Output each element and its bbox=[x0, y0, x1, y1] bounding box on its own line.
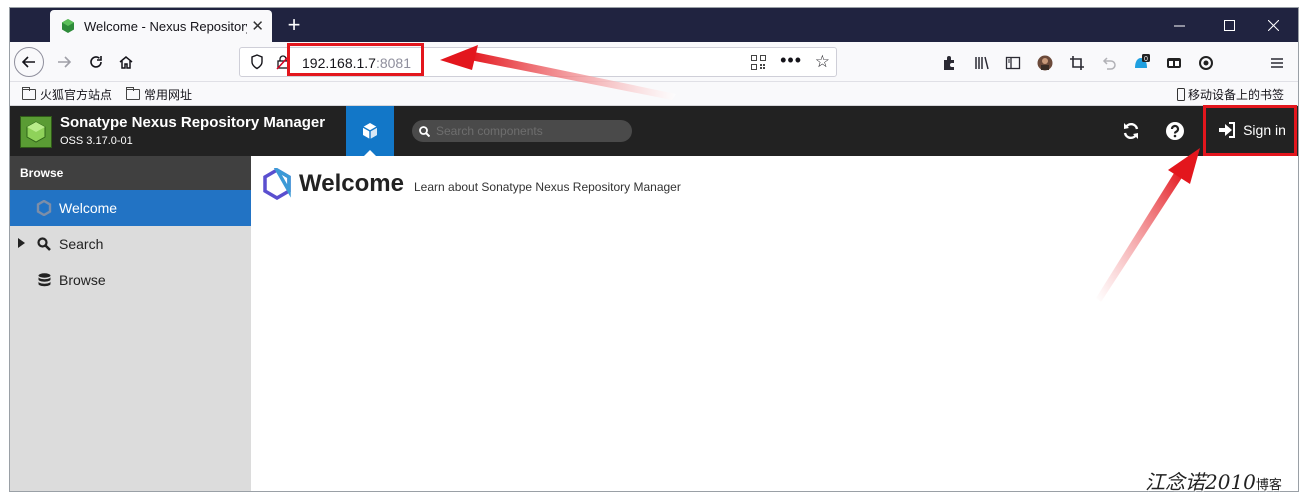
watermark-suffix: 博客 bbox=[1255, 478, 1282, 493]
arrow-to-url bbox=[440, 45, 676, 100]
arrow-to-signin bbox=[1096, 148, 1200, 302]
watermark-text: 江念诺2010 bbox=[1145, 470, 1256, 494]
watermark: 江念诺2010博客 bbox=[1145, 466, 1282, 495]
annotation-arrows bbox=[440, 45, 1200, 302]
